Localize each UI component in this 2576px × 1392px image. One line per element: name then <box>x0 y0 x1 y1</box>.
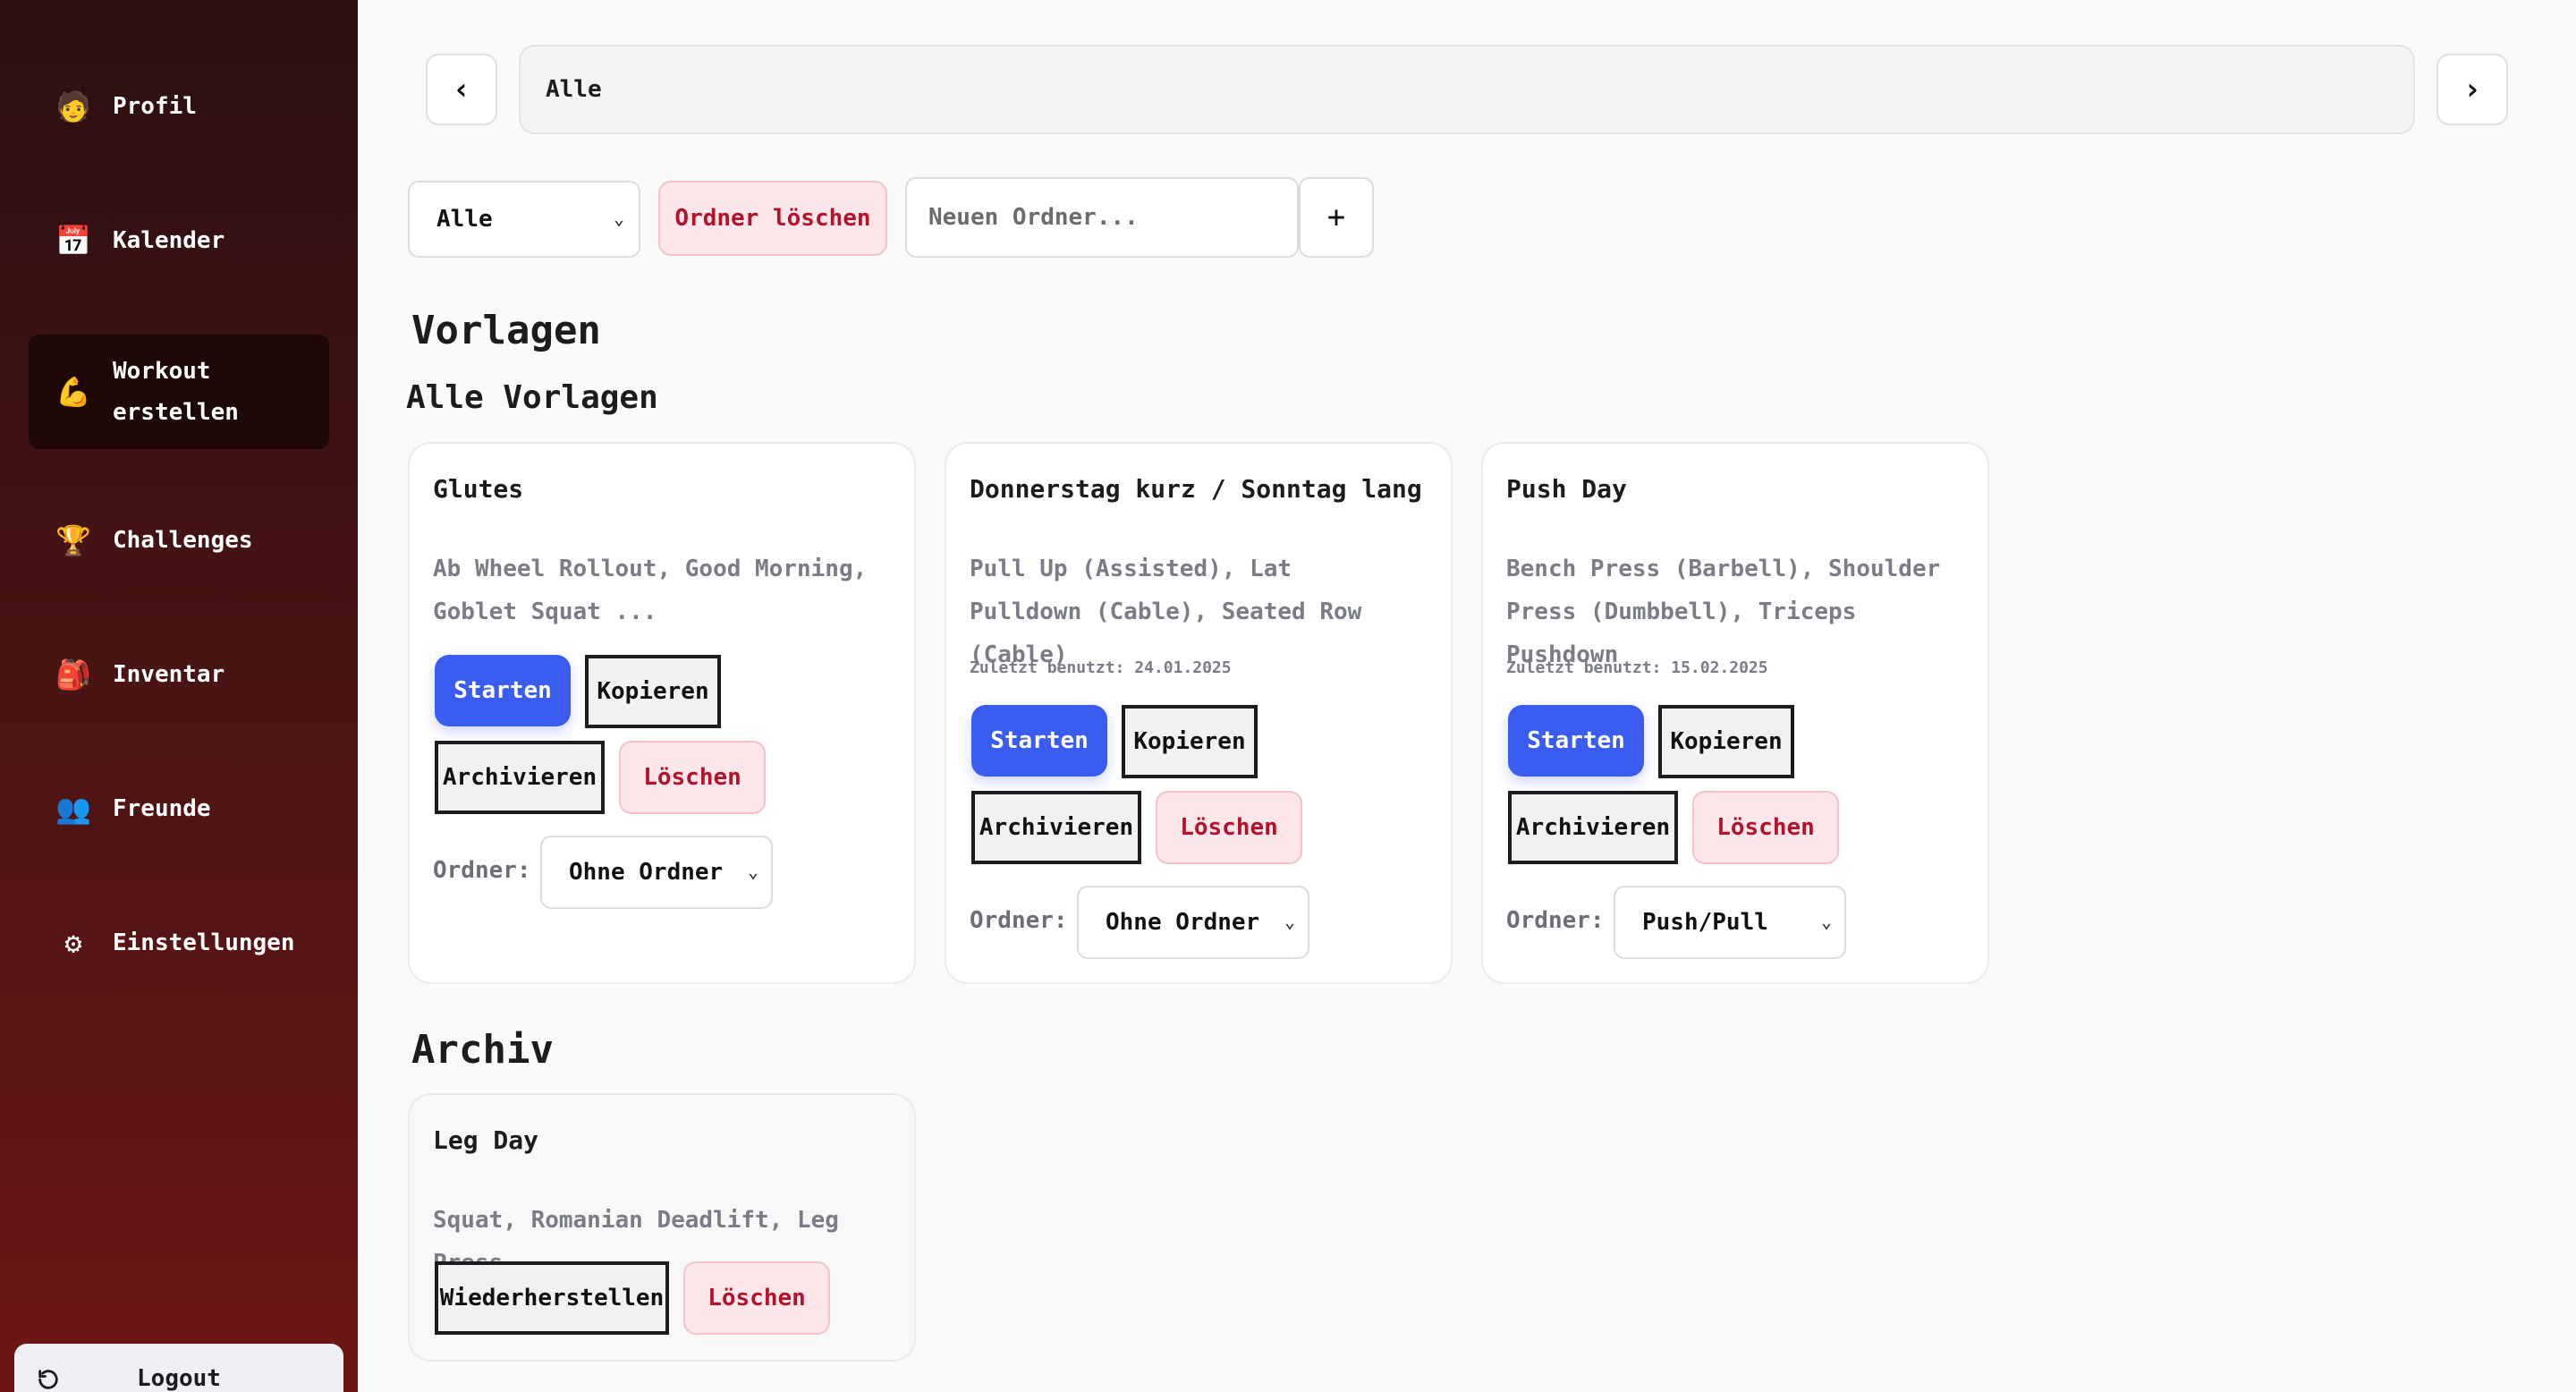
folder-select[interactable]: Ohne Ordner ⌄ <box>1077 886 1309 959</box>
plus-icon: + <box>1326 199 1346 235</box>
folder-filter-value: Alle <box>436 206 493 233</box>
template-title: Glutes <box>433 474 524 504</box>
sidebar-item-kalender[interactable]: 📅 Kalender <box>29 183 329 298</box>
sidebar-item-workout-erstellen[interactable]: 💪 Workout erstellen <box>29 335 329 449</box>
copy-label: Kopieren <box>597 678 709 705</box>
folder-select-value: Ohne Ordner <box>1106 909 1260 936</box>
delete-label: Löschen <box>1180 814 1278 841</box>
new-folder-input[interactable] <box>905 177 1299 258</box>
delete-folder-label: Ordner löschen <box>674 205 871 232</box>
sidebar-item-label: Kalender <box>113 227 225 254</box>
archive-button[interactable]: Archivieren <box>435 741 605 814</box>
start-button[interactable]: Starten <box>971 705 1107 777</box>
sidebar: 🧑 Profil 📅 Kalender 💪 Workout erstellen … <box>0 0 358 1392</box>
template-exercises: Ab Wheel Rollout, Good Morning, Goblet S… <box>433 556 868 625</box>
flexed-biceps-icon: 💪 <box>55 375 91 409</box>
start-button[interactable]: Starten <box>435 655 571 726</box>
archive-button[interactable]: Archivieren <box>971 791 1141 864</box>
next-button[interactable]: › <box>2436 54 2508 125</box>
start-label: Starten <box>453 677 552 704</box>
chevron-down-icon: ⌄ <box>747 861 758 882</box>
template-card: Push Day Bench Press (Barbell), Shoulder… <box>1481 442 1989 984</box>
archive-label: Archivieren <box>1515 814 1671 841</box>
sidebar-item-inventar[interactable]: 🎒 Inventar <box>29 617 329 732</box>
template-card: Glutes Ab Wheel Rollout, Good Morning, G… <box>408 442 916 984</box>
chevron-left-icon: ‹ <box>452 72 471 107</box>
copy-label: Kopieren <box>1670 728 1783 755</box>
current-folder-bar: Alle <box>519 45 2415 134</box>
logout-label: Logout <box>137 1365 221 1392</box>
sidebar-item-label: Freunde <box>113 795 211 822</box>
sidebar-item-label: Workout erstellen <box>113 358 239 426</box>
copy-button[interactable]: Kopieren <box>1122 705 1258 778</box>
chevron-down-icon: ⌄ <box>1284 911 1295 932</box>
start-label: Starten <box>990 727 1089 754</box>
last-used-text: Zuletzt benutzt: 15.02.2025 <box>1506 658 1768 677</box>
template-exercises: Bench Press (Barbell), Shoulder Press (D… <box>1506 556 1941 668</box>
all-templates-heading: Alle Vorlagen <box>406 379 658 416</box>
logout-button[interactable]: Logout <box>14 1344 343 1392</box>
chevron-down-icon: ⌄ <box>1820 911 1832 932</box>
copy-button[interactable]: Kopieren <box>1658 705 1794 778</box>
archive-label: Archivieren <box>442 764 597 791</box>
folder-label: Ordner: <box>1506 907 1605 934</box>
archive-heading: Archiv <box>411 1027 554 1073</box>
delete-button[interactable]: Löschen <box>619 741 766 814</box>
person-icon: 🧑 <box>55 89 91 123</box>
delete-button[interactable]: Löschen <box>683 1261 830 1335</box>
copy-button[interactable]: Kopieren <box>585 655 721 728</box>
copy-label: Kopieren <box>1133 728 1246 755</box>
folder-select[interactable]: Push/Pull ⌄ <box>1614 886 1846 959</box>
sidebar-item-label: Einstellungen <box>113 929 295 956</box>
sidebar-item-profil[interactable]: 🧑 Profil <box>29 49 329 164</box>
folder-filter-select[interactable]: Alle ⌄ <box>408 181 640 258</box>
trophy-icon: 🏆 <box>55 523 91 557</box>
folder-label: Ordner: <box>970 907 1068 934</box>
sidebar-item-einstellungen[interactable]: ⚙ Einstellungen <box>29 886 329 1000</box>
delete-folder-button[interactable]: Ordner löschen <box>658 181 887 256</box>
folder-select-value: Push/Pull <box>1642 909 1768 936</box>
start-label: Starten <box>1527 727 1625 754</box>
template-title: Push Day <box>1506 474 1627 504</box>
sidebar-item-label: Inventar <box>113 661 225 688</box>
prev-button[interactable]: ‹ <box>426 54 497 125</box>
sidebar-item-freunde[interactable]: 👥 Freunde <box>29 751 329 866</box>
gear-icon: ⚙ <box>64 926 82 960</box>
chevron-right-icon: › <box>2462 72 2482 107</box>
folder-label: Ordner: <box>433 857 531 884</box>
add-folder-button[interactable]: + <box>1299 177 1374 258</box>
sidebar-item-label: Challenges <box>113 527 253 554</box>
chevron-down-icon: ⌄ <box>613 208 624 229</box>
restore-button[interactable]: Wiederherstellen <box>435 1261 669 1335</box>
backpack-icon: 🎒 <box>55 658 91 692</box>
sidebar-item-label: Profil <box>113 93 197 120</box>
folder-select-value: Ohne Ordner <box>569 859 724 886</box>
archive-label: Archivieren <box>979 814 1134 841</box>
current-folder-label: Alle <box>546 76 602 103</box>
template-card: Donnerstag kurz / Sonntag lang Pull Up (… <box>945 442 1453 984</box>
delete-label: Löschen <box>708 1285 806 1311</box>
delete-button[interactable]: Löschen <box>1692 791 1839 864</box>
calendar-icon: 📅 <box>55 224 91 258</box>
last-used-text: Zuletzt benutzt: 24.01.2025 <box>970 658 1232 677</box>
start-button[interactable]: Starten <box>1508 705 1644 777</box>
sidebar-item-challenges[interactable]: 🏆 Challenges <box>29 483 329 598</box>
folder-select[interactable]: Ohne Ordner ⌄ <box>540 836 773 909</box>
template-title: Donnerstag kurz / Sonntag lang <box>970 474 1422 504</box>
template-exercises: Pull Up (Assisted), Lat Pulldown (Cable)… <box>970 556 1362 668</box>
templates-heading: Vorlagen <box>411 308 601 353</box>
archive-button[interactable]: Archivieren <box>1508 791 1678 864</box>
restore-label: Wiederherstellen <box>439 1285 665 1311</box>
delete-button[interactable]: Löschen <box>1156 791 1302 864</box>
friends-icon: 👥 <box>55 792 91 826</box>
template-title: Leg Day <box>433 1125 539 1155</box>
delete-label: Löschen <box>643 764 741 791</box>
archived-template-card: Leg Day Squat, Romanian Deadlift, Leg Pr… <box>408 1093 916 1362</box>
delete-label: Löschen <box>1716 814 1815 841</box>
